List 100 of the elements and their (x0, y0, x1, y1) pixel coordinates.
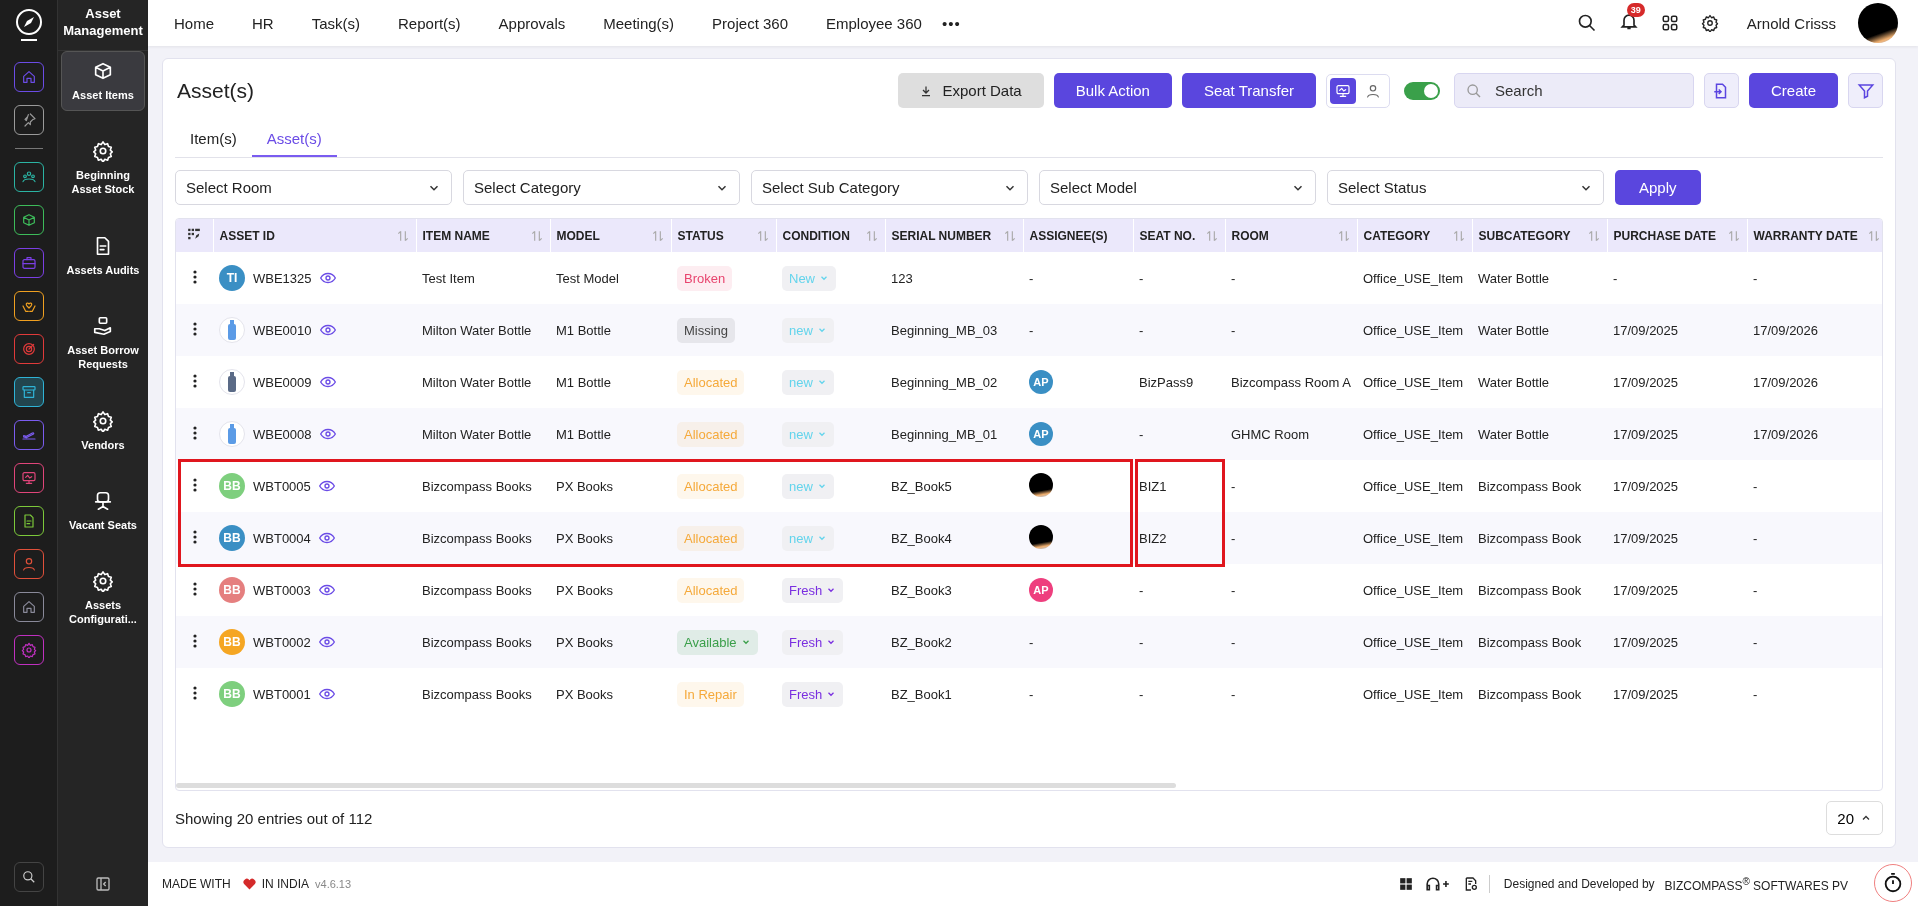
assignee-avatar[interactable]: AP (1029, 422, 1053, 446)
compass-logo-icon[interactable] (13, 8, 44, 42)
assignee-avatar[interactable]: AP (1029, 370, 1053, 394)
nav-link[interactable]: HR (252, 14, 274, 32)
user-avatar[interactable] (1858, 3, 1898, 43)
nav-link[interactable]: Employee 360 (826, 14, 922, 32)
app-launcher-button[interactable] (13, 162, 44, 192)
more-options-icon[interactable] (192, 581, 197, 596)
nav-link[interactable]: Meeting(s) (603, 14, 675, 32)
tab[interactable]: Asset(s) (251, 122, 337, 157)
table-cell: - (1139, 686, 1144, 702)
horizontal-scrollbar[interactable] (176, 783, 1176, 788)
windows-icon[interactable] (1398, 877, 1413, 891)
assignee-avatar[interactable]: AP (1029, 578, 1053, 602)
app-launcher-button[interactable] (13, 420, 44, 450)
seat-transfer-button[interactable]: Seat Transfer (1181, 73, 1316, 108)
column-settings-header[interactable] (176, 219, 213, 252)
more-options-icon[interactable] (192, 685, 197, 700)
more-options-icon[interactable] (192, 477, 197, 492)
eye-icon[interactable] (319, 376, 336, 388)
more-button[interactable]: ••• (941, 14, 961, 32)
more-options-icon[interactable] (192, 321, 197, 336)
nav-link[interactable]: Project 360 (712, 14, 788, 32)
search-button[interactable] (13, 862, 44, 892)
column-header[interactable]: ITEM NAME (416, 219, 550, 252)
column-header[interactable]: MODEL (550, 219, 671, 252)
eye-icon[interactable] (319, 272, 336, 284)
eye-icon[interactable] (318, 532, 335, 544)
tab[interactable]: Item(s) (175, 122, 252, 157)
headset-plus-icon[interactable] (1424, 876, 1451, 892)
condition-dropdown[interactable]: Fresh (782, 681, 844, 707)
user-name[interactable]: Arnold Crisss (1746, 14, 1836, 32)
eye-icon[interactable] (318, 584, 335, 596)
app-launcher-button[interactable] (13, 635, 44, 665)
eye-icon[interactable] (319, 428, 336, 440)
sidebar-item[interactable]: Asset Borrow Requests (61, 305, 145, 381)
app-launcher-button[interactable] (13, 105, 44, 135)
filter-button[interactable] (1848, 73, 1883, 108)
view-toggle-button[interactable] (1329, 77, 1356, 104)
more-options-icon[interactable] (192, 425, 197, 440)
more-options-icon[interactable] (192, 373, 197, 388)
assignee-avatar[interactable] (1029, 524, 1053, 549)
column-header[interactable]: SERIAL NUMBER (885, 219, 1023, 252)
nav-link[interactable]: Report(s) (398, 14, 461, 32)
nav-link[interactable]: Home (174, 14, 214, 32)
asset-id: WBE1325 (253, 270, 312, 286)
app-launcher-button[interactable] (13, 592, 44, 622)
app-launcher-button[interactable] (13, 463, 44, 493)
filter-dropdown[interactable]: Select Room (175, 170, 452, 205)
sidebar-item[interactable]: Beginning Asset Stock (61, 131, 145, 206)
more-options-icon[interactable] (192, 529, 197, 544)
sidebar-item[interactable]: Asset Items (61, 50, 145, 112)
sidebar-item[interactable]: Vendors (61, 400, 145, 461)
sort-icon (1586, 229, 1601, 243)
app-launcher-button[interactable] (13, 549, 44, 579)
column-header[interactable]: ASSET ID (213, 219, 416, 252)
column-header[interactable]: ROOM (1225, 219, 1357, 252)
import-button[interactable] (1703, 73, 1739, 108)
sidebar-item[interactable]: Vacant Seats (61, 480, 145, 542)
column-header[interactable]: ASSIGNEE(S) (1023, 219, 1133, 252)
column-header[interactable]: CONDITION (776, 219, 885, 252)
filter-dropdown[interactable]: Select Model (1039, 170, 1316, 205)
eye-icon[interactable] (318, 480, 335, 492)
more-options-icon[interactable] (192, 633, 197, 648)
sidebar-item[interactable]: Assets Audits (61, 225, 145, 286)
sidebar-item[interactable]: Assets Configurati... (61, 561, 145, 636)
apply-button[interactable]: Apply (1615, 170, 1701, 205)
column-header[interactable]: SUBCATEGORY (1472, 219, 1607, 252)
condition-dropdown[interactable]: Fresh (782, 629, 844, 655)
search-icon[interactable] (1576, 13, 1597, 33)
table-cell: Bizcompass Book (1478, 634, 1582, 650)
app-launcher-button[interactable] (13, 205, 44, 235)
column-header[interactable]: WARRANTY DATE (1747, 219, 1882, 252)
create-button[interactable]: Create (1748, 73, 1838, 108)
apps-grid-icon[interactable] (1660, 14, 1679, 32)
toggle-switch[interactable] (1403, 81, 1440, 100)
column-header[interactable]: STATUS (671, 219, 776, 252)
app-launcher-button[interactable] (13, 506, 44, 536)
export-button[interactable]: Export Data (898, 73, 1044, 108)
column-header[interactable]: PURCHASE DATE (1607, 219, 1747, 252)
more-options-icon[interactable] (192, 269, 197, 284)
condition-dropdown[interactable]: Fresh (782, 577, 844, 603)
app-launcher-button[interactable] (13, 291, 44, 321)
nav-link[interactable]: Task(s) (311, 14, 361, 32)
column-header[interactable]: SEAT NO. (1133, 219, 1225, 252)
filter-dropdown[interactable]: Select Status (1327, 170, 1604, 205)
column-header[interactable]: CATEGORY (1357, 219, 1472, 252)
search-field[interactable]: Search (1453, 73, 1694, 108)
filter-dropdown[interactable]: Select Category (463, 170, 740, 205)
assignee-avatar[interactable] (1029, 472, 1053, 497)
page-size-dropdown[interactable]: 20 (1826, 801, 1883, 835)
eye-icon[interactable] (318, 688, 335, 700)
eye-icon[interactable] (319, 324, 336, 336)
app-launcher-button[interactable] (13, 377, 44, 407)
collapse-sidebar-icon[interactable] (95, 876, 111, 892)
app-launcher-button[interactable] (13, 334, 44, 364)
filter-dropdown[interactable]: Select Sub Category (751, 170, 1028, 205)
bulk-action-button[interactable]: Bulk Action (1053, 73, 1172, 108)
eye-icon[interactable] (318, 636, 335, 648)
nav-link[interactable]: Approvals (498, 14, 566, 32)
